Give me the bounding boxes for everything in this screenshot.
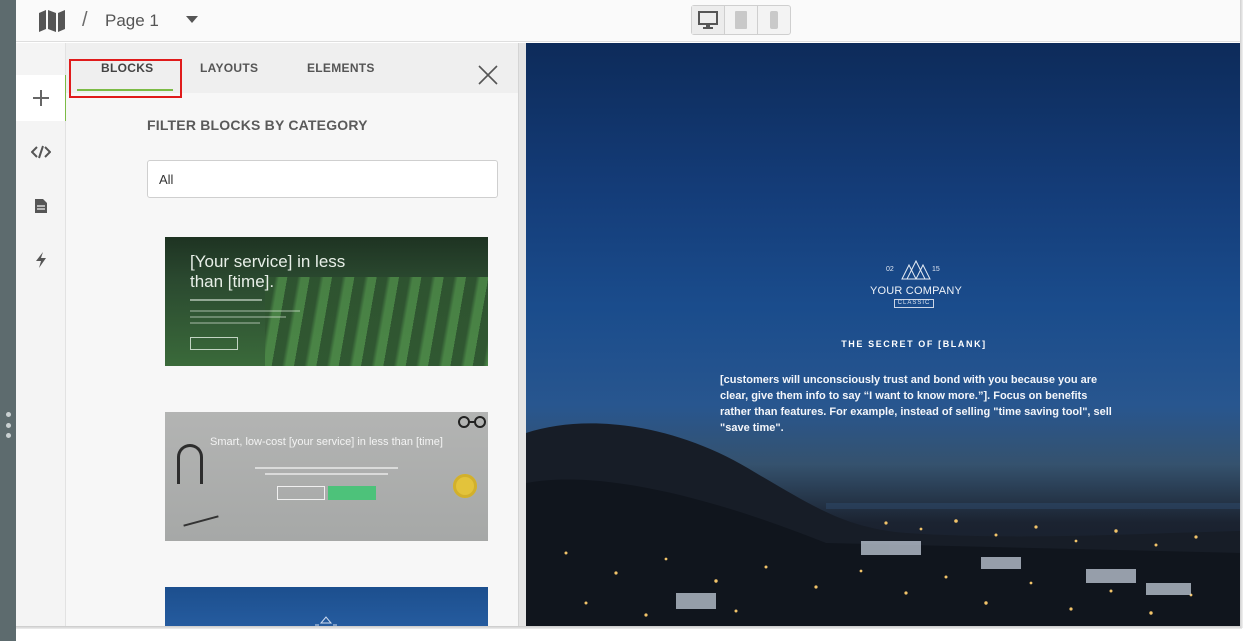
close-icon[interactable] (476, 63, 500, 87)
cup-image (453, 474, 477, 498)
tab-layouts[interactable]: LAYOUTS (200, 61, 258, 75)
pencil-image (183, 515, 219, 527)
thumbnail-button (277, 486, 325, 500)
breadcrumb-separator: / (82, 9, 88, 31)
block-thumbnail[interactable]: [Your service] in less than [time]. (165, 237, 488, 366)
logo-tag: CLASSIC (894, 299, 934, 308)
thumbnail-text-line (190, 316, 286, 318)
code-icon (31, 145, 51, 159)
thumbnail-button (328, 486, 376, 500)
thumbnail-button (190, 337, 238, 350)
blocks-panel: BLOCKS LAYOUTS ELEMENTS FILTER BLOCKS BY… (66, 43, 518, 628)
bolt-icon (36, 252, 46, 268)
thumbnail-title: [Your service] in less than [time]. (190, 252, 346, 291)
desktop-icon (698, 11, 718, 29)
device-switcher (691, 5, 791, 35)
rail-add-button[interactable] (16, 75, 67, 121)
tool-rail (16, 43, 67, 628)
rail-actions-button[interactable] (16, 237, 66, 283)
tablet-view-button[interactable] (725, 6, 758, 34)
thumbnail-title: Smart, low-cost [your service] in less t… (210, 436, 443, 448)
hero-headline[interactable]: THE SECRET OF [BLANK] (766, 339, 1062, 349)
logo-company-name: YOUR COMPANY (869, 285, 963, 297)
rail-code-button[interactable] (16, 129, 66, 175)
block-thumbnail[interactable] (165, 587, 488, 628)
page-icon (35, 199, 47, 213)
thumbnail-text-line (190, 322, 260, 324)
filter-heading: FILTER BLOCKS BY CATEGORY (147, 117, 368, 133)
thumbnail-text-line (265, 473, 388, 475)
block-thumbnail[interactable]: Smart, low-cost [your service] in less t… (165, 412, 488, 541)
drag-handle-icon[interactable] (5, 412, 11, 438)
desktop-view-button[interactable] (692, 6, 725, 34)
panel-resizer[interactable] (518, 43, 526, 628)
thumbnail-text-line (255, 467, 398, 469)
page-title[interactable]: Page 1 (105, 11, 159, 31)
page-canvas: 02 15 YOUR COMPANY CLASSIC THE SECRET OF… (526, 43, 1242, 628)
logo-number-left: 02 (886, 266, 894, 273)
logo-number-right: 15 (932, 266, 940, 273)
city-lights-image (564, 503, 1242, 617)
highlight-annotation (69, 59, 182, 98)
chevron-down-icon[interactable] (186, 16, 198, 23)
tab-elements[interactable]: ELEMENTS (307, 61, 375, 75)
map-icon[interactable] (38, 9, 66, 33)
tablet-icon (735, 11, 747, 29)
phone-icon (770, 11, 778, 29)
hero-body-text[interactable]: [customers will unconsciously trust and … (720, 372, 1120, 436)
thumbnail-image (315, 616, 337, 626)
glasses-image (458, 416, 486, 428)
top-bar: / Page 1 (16, 0, 1242, 42)
frame-shadow (1240, 0, 1243, 628)
left-edge-strip (0, 0, 16, 641)
thumbnail-text-line (190, 299, 262, 301)
frame-shadow (16, 626, 1242, 629)
phone-view-button[interactable] (758, 6, 790, 34)
rail-page-button[interactable] (16, 183, 66, 229)
headphones-image (177, 444, 203, 484)
thumbnail-text-line (190, 310, 300, 312)
panel-tabs: BLOCKS LAYOUTS ELEMENTS (66, 43, 518, 98)
category-filter-select[interactable]: All (147, 160, 498, 198)
add-icon (32, 90, 49, 106)
